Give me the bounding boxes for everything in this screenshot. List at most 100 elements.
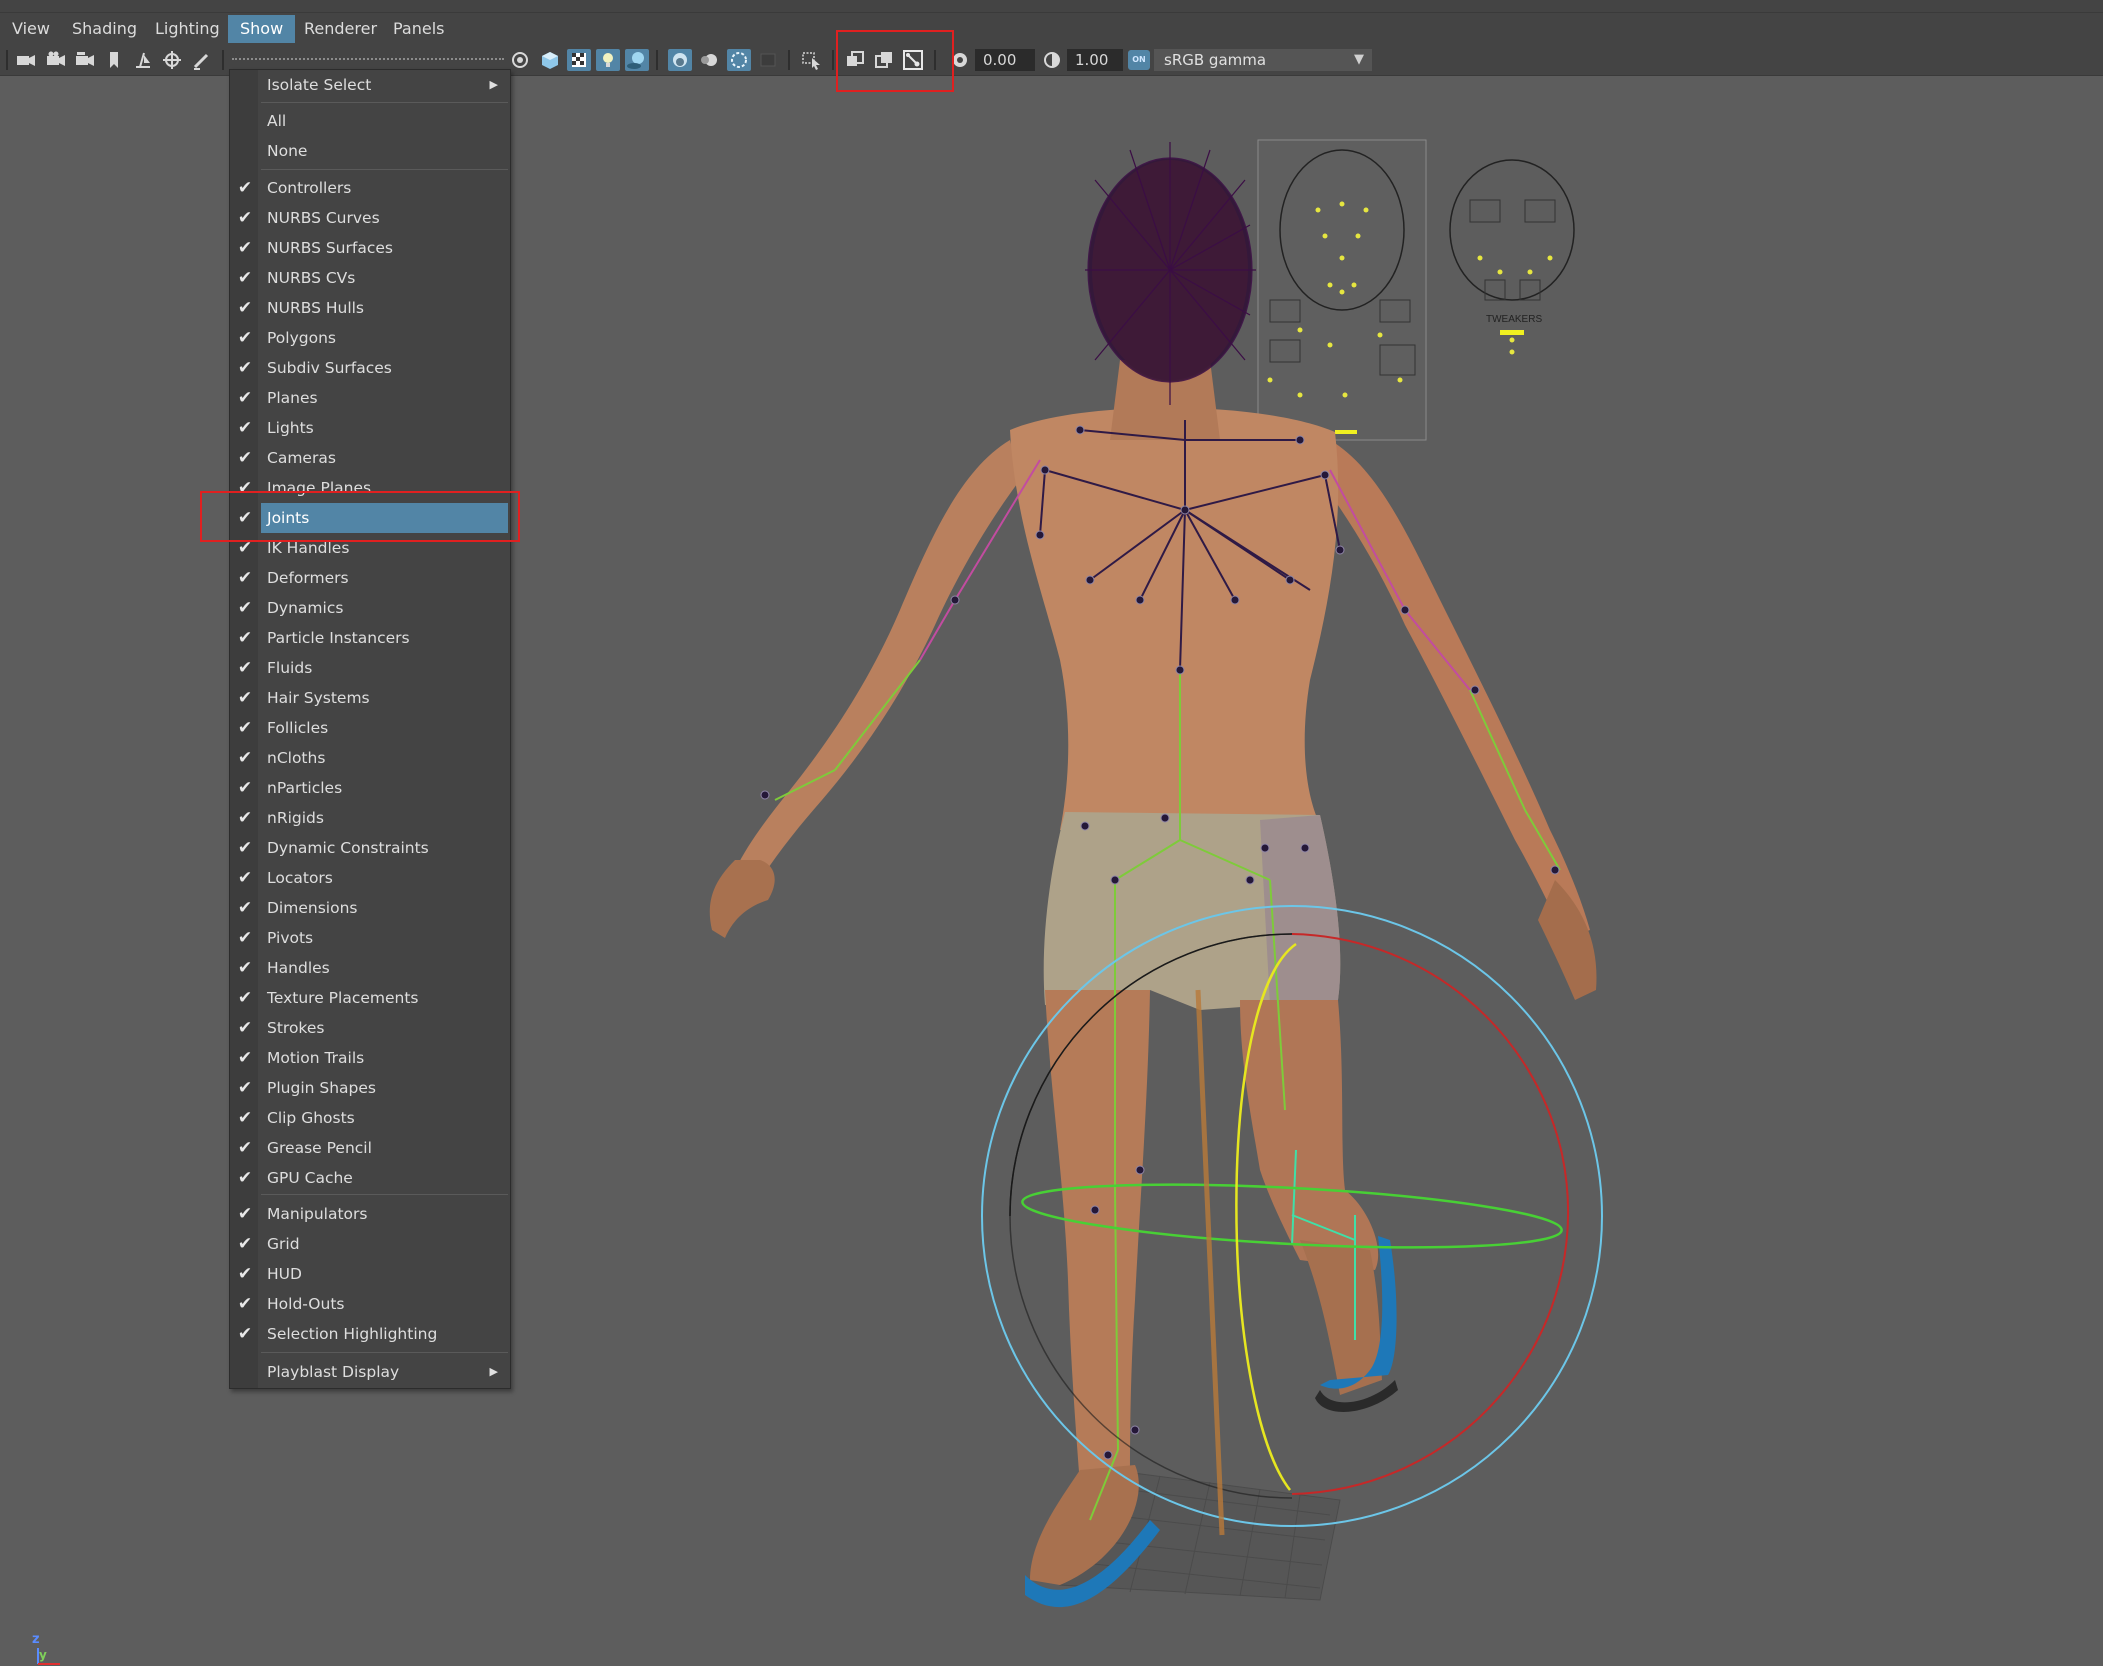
- menu-item-follicles[interactable]: ✔ Follicles: [230, 713, 510, 743]
- checkmark-icon: ✔: [237, 208, 253, 228]
- menu-item-selection-highlighting[interactable]: ✔ Selection Highlighting: [230, 1319, 510, 1349]
- submenu-arrow-icon: ▶: [489, 78, 498, 91]
- menu-item-motion-trails[interactable]: ✔ Motion Trails: [230, 1043, 510, 1073]
- smooth-shade-icon[interactable]: [538, 49, 562, 71]
- menu-item-label: nParticles: [267, 779, 343, 797]
- menu-item-nrigids[interactable]: ✔ nRigids: [230, 803, 510, 833]
- grid-icon[interactable]: [160, 49, 184, 71]
- menu-item-isolate-select[interactable]: Isolate Select ▶: [230, 70, 510, 100]
- grease-pencil-icon[interactable]: [190, 49, 214, 71]
- exposure-icon[interactable]: [948, 49, 972, 71]
- menu-item-label: None: [267, 142, 308, 160]
- menu-item-hold-outs[interactable]: ✔ Hold-Outs: [230, 1289, 510, 1319]
- toolbar-dotted-divider: [232, 58, 504, 60]
- camera-attributes-icon[interactable]: [44, 49, 68, 71]
- menu-item-handles[interactable]: ✔ Handles: [230, 953, 510, 983]
- menu-item-label: Deformers: [267, 569, 349, 587]
- anti-aliasing-icon[interactable]: [727, 49, 751, 71]
- menu-item-polygons[interactable]: ✔ Polygons: [230, 323, 510, 353]
- menu-item-lights[interactable]: ✔ Lights: [230, 413, 510, 443]
- checkmark-icon: ✔: [237, 958, 253, 978]
- checkmark-icon: ✔: [237, 1048, 253, 1068]
- menu-item-none[interactable]: None: [230, 136, 510, 166]
- checkmark-icon: ✔: [237, 508, 253, 528]
- xray-joints-icon[interactable]: [901, 49, 925, 71]
- checkmark-icon: ✔: [237, 808, 253, 828]
- menu-lighting[interactable]: Lighting: [143, 15, 232, 43]
- menu-separator: [261, 169, 508, 170]
- menu-item-pivots[interactable]: ✔ Pivots: [230, 923, 510, 953]
- checkmark-icon: ✔: [237, 1168, 253, 1188]
- xray-selection-icon[interactable]: [800, 49, 824, 71]
- menu-item-dynamics[interactable]: ✔ Dynamics: [230, 593, 510, 623]
- menu-item-grid[interactable]: ✔ Grid: [230, 1229, 510, 1259]
- menu-item-nparticles[interactable]: ✔ nParticles: [230, 773, 510, 803]
- menu-item-joints[interactable]: ✔ Joints: [230, 503, 510, 533]
- menu-item-nurbs-cvs[interactable]: ✔ NURBS CVs: [230, 263, 510, 293]
- screen-space-ao-icon[interactable]: [668, 49, 692, 71]
- menu-separator: [261, 102, 508, 103]
- use-all-lights-icon[interactable]: [596, 49, 620, 71]
- menu-panels[interactable]: Panels: [381, 15, 457, 43]
- menu-item-fluids[interactable]: ✔ Fluids: [230, 653, 510, 683]
- menu-item-nurbs-curves[interactable]: ✔ NURBS Curves: [230, 203, 510, 233]
- checkmark-icon: ✔: [237, 538, 253, 558]
- motion-blur-icon[interactable]: [697, 49, 721, 71]
- menu-shading[interactable]: Shading: [60, 15, 149, 43]
- menu-item-hair-systems[interactable]: ✔ Hair Systems: [230, 683, 510, 713]
- color-management-toggle[interactable]: ON: [1128, 50, 1150, 70]
- isolate-select-icon[interactable]: [843, 49, 867, 71]
- menu-item-clip-ghosts[interactable]: ✔ Clip Ghosts: [230, 1103, 510, 1133]
- menu-item-dynamic-constraints[interactable]: ✔ Dynamic Constraints: [230, 833, 510, 863]
- menu-item-all[interactable]: All: [230, 106, 510, 136]
- color-space-dropdown[interactable]: sRGB gamma ▼: [1154, 49, 1372, 71]
- menu-item-grease-pencil[interactable]: ✔ Grease Pencil: [230, 1133, 510, 1163]
- menu-item-image-planes[interactable]: ✔ Image Planes: [230, 473, 510, 503]
- menu-item-controllers[interactable]: ✔ Controllers: [230, 173, 510, 203]
- menu-item-gpu-cache[interactable]: ✔ GPU Cache: [230, 1163, 510, 1193]
- menu-item-ncloths[interactable]: ✔ nCloths: [230, 743, 510, 773]
- menu-item-deformers[interactable]: ✔ Deformers: [230, 563, 510, 593]
- menu-show[interactable]: Show: [228, 15, 296, 43]
- checkmark-icon: ✔: [237, 448, 253, 468]
- shadows-icon[interactable]: [625, 49, 649, 71]
- textured-icon[interactable]: [567, 49, 591, 71]
- menu-item-particle-instancers[interactable]: ✔ Particle Instancers: [230, 623, 510, 653]
- menu-item-label: Fluids: [267, 659, 313, 677]
- xray-icon[interactable]: [872, 49, 896, 71]
- menu-item-subdiv-surfaces[interactable]: ✔ Subdiv Surfaces: [230, 353, 510, 383]
- menu-item-label: NURBS Surfaces: [267, 239, 393, 257]
- wireframe-icon[interactable]: [508, 49, 532, 71]
- image-plane-icon[interactable]: [131, 49, 155, 71]
- menu-item-label: Pivots: [267, 929, 314, 947]
- checkmark-icon: ✔: [237, 1018, 253, 1038]
- gamma-field[interactable]: 1.00: [1067, 49, 1123, 71]
- menu-item-ik-handles[interactable]: ✔ IK Handles: [230, 533, 510, 563]
- menu-item-manipulators[interactable]: ✔ Manipulators: [230, 1199, 510, 1229]
- menu-item-plugin-shapes[interactable]: ✔ Plugin Shapes: [230, 1073, 510, 1103]
- menu-item-planes[interactable]: ✔ Planes: [230, 383, 510, 413]
- gamma-icon[interactable]: [1040, 49, 1064, 71]
- menu-item-nurbs-surfaces[interactable]: ✔ NURBS Surfaces: [230, 233, 510, 263]
- menu-item-dimensions[interactable]: ✔ Dimensions: [230, 893, 510, 923]
- menu-item-playblast-display[interactable]: Playblast Display ▶: [230, 1357, 510, 1387]
- menu-item-strokes[interactable]: ✔ Strokes: [230, 1013, 510, 1043]
- exposure-field[interactable]: 0.00: [975, 49, 1035, 71]
- menu-item-cameras[interactable]: ✔ Cameras: [230, 443, 510, 473]
- checkmark-icon: ✔: [237, 238, 253, 258]
- menu-view[interactable]: View: [0, 15, 62, 43]
- bookmarks-camera-icon[interactable]: [73, 49, 97, 71]
- bookmark-icon[interactable]: [102, 49, 126, 71]
- select-camera-icon[interactable]: [14, 49, 38, 71]
- menu-item-locators[interactable]: ✔ Locators: [230, 863, 510, 893]
- face-picker-ui: TWEAKERS: [1257, 139, 1575, 441]
- checkmark-icon: ✔: [237, 178, 253, 198]
- menu-renderer[interactable]: Renderer: [292, 15, 389, 43]
- menu-item-hud[interactable]: ✔ HUD: [230, 1259, 510, 1289]
- menu-item-label: GPU Cache: [267, 1169, 353, 1187]
- menu-item-texture-placements[interactable]: ✔ Texture Placements: [230, 983, 510, 1013]
- toolbar-separator: [656, 50, 658, 70]
- toolbar-separator: [6, 50, 8, 70]
- menu-item-nurbs-hulls[interactable]: ✔ NURBS Hulls: [230, 293, 510, 323]
- depth-of-field-icon[interactable]: [756, 49, 780, 71]
